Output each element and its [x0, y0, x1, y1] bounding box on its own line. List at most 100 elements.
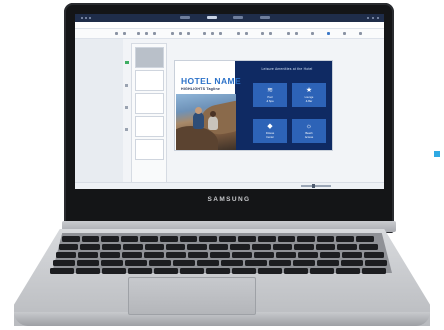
keyboard-key[interactable] [102, 268, 126, 274]
copy-icon[interactable] [145, 32, 148, 35]
keyboard-key[interactable] [59, 244, 79, 250]
bold-icon[interactable] [171, 32, 174, 35]
keyboard-key[interactable] [358, 244, 378, 250]
keyboard-key[interactable] [230, 244, 250, 250]
keyboard-key[interactable] [120, 236, 139, 242]
keyboard-key[interactable] [81, 236, 100, 242]
keyboard-key[interactable] [294, 244, 314, 250]
menu-tab-design[interactable] [207, 16, 217, 19]
keyboard-key[interactable] [356, 236, 374, 242]
keyboard-key[interactable] [160, 236, 178, 242]
keyboard-key[interactable] [297, 236, 315, 242]
link-icon[interactable] [295, 32, 298, 35]
keyboard-key[interactable] [251, 244, 271, 250]
keyboard-key[interactable] [187, 244, 207, 250]
keyboard-key[interactable] [269, 260, 291, 266]
keyboard-key[interactable] [218, 236, 237, 242]
keyboard-key[interactable] [206, 268, 230, 274]
slide-thumbnail[interactable] [135, 47, 164, 68]
align-left-icon[interactable] [203, 32, 206, 35]
close-icon[interactable] [377, 17, 379, 19]
keyboard-key[interactable] [364, 252, 384, 258]
amenity-tile[interactable]: ◆ Fitness Center [253, 119, 287, 143]
keyboard-key[interactable] [101, 260, 123, 266]
keyboard-key[interactable] [276, 252, 296, 258]
underline-icon[interactable] [187, 32, 190, 35]
slide-thumbnail[interactable] [135, 116, 164, 137]
keyboard-key[interactable] [273, 244, 293, 250]
amenity-tile[interactable]: ☼ Beach Access [292, 119, 326, 143]
keyboard-key[interactable] [337, 244, 357, 250]
zoom-slider[interactable] [301, 185, 331, 187]
align-right-icon[interactable] [219, 32, 222, 35]
settings-icon[interactable] [359, 32, 362, 35]
keyboard-key[interactable] [362, 268, 386, 274]
table-icon[interactable] [261, 32, 264, 35]
paste-icon[interactable] [153, 32, 156, 35]
keyboard-key[interactable] [342, 252, 362, 258]
redo-icon[interactable] [123, 32, 126, 35]
keyboard-key[interactable] [232, 268, 256, 274]
keyboard-key[interactable] [320, 252, 340, 258]
keyboard-key[interactable] [221, 260, 243, 266]
keyboard-key[interactable] [238, 236, 256, 242]
amenity-tile[interactable]: ★ Lounge & Bar [292, 83, 326, 107]
share-icon[interactable] [343, 32, 346, 35]
keyboard-key[interactable] [166, 244, 186, 250]
keyboard-key[interactable] [122, 252, 142, 258]
keyboard-key[interactable] [179, 236, 198, 242]
keyboard-key[interactable] [317, 260, 339, 266]
slide-title[interactable]: HOTEL NAME [181, 76, 241, 86]
image-icon[interactable] [245, 32, 248, 35]
keyboard-key[interactable] [293, 260, 315, 266]
keyboard-key[interactable] [100, 252, 120, 258]
slide-canvas[interactable]: HOTEL NAME HIGHLIGHTS Tagline Leisure Am… [175, 61, 332, 150]
slide-thumbnail[interactable] [135, 139, 164, 160]
keyboard-key[interactable] [53, 260, 75, 266]
keyboard-key[interactable] [316, 236, 335, 242]
keyboard-key[interactable] [254, 252, 274, 258]
keyboard-key[interactable] [208, 244, 229, 250]
keyboard-key[interactable] [166, 252, 186, 258]
maximize-icon[interactable] [372, 17, 374, 19]
amenity-tile[interactable]: ≋ Pool & Spa [253, 83, 287, 107]
keyboard-key[interactable] [125, 260, 147, 266]
slide-thumbnail[interactable] [135, 70, 164, 91]
keyboard-key[interactable] [341, 260, 363, 266]
keyboard-key[interactable] [154, 268, 178, 274]
align-center-icon[interactable] [211, 32, 214, 35]
shape-icon[interactable] [237, 32, 240, 35]
keyboard-key[interactable] [284, 268, 308, 274]
keyboard-key[interactable] [258, 268, 282, 274]
keyboard-key[interactable] [144, 252, 164, 258]
keyboard-key[interactable] [101, 244, 122, 250]
keyboard-key[interactable] [232, 252, 252, 258]
italic-icon[interactable] [179, 32, 182, 35]
keyboard-key[interactable] [310, 268, 334, 274]
cut-icon[interactable] [137, 32, 140, 35]
zoom-slider-handle[interactable] [312, 184, 315, 188]
keyboard-key[interactable] [140, 236, 158, 242]
keyboard-key[interactable] [149, 260, 171, 266]
keyboard-key[interactable] [245, 260, 267, 266]
keyboard-key[interactable] [336, 236, 354, 242]
keyboard-key[interactable] [173, 260, 195, 266]
keyboard-key[interactable] [50, 268, 74, 274]
undo-icon[interactable] [115, 32, 118, 35]
keyboard-key[interactable] [188, 252, 208, 258]
menu-tab-home[interactable] [180, 16, 190, 19]
keyboard-key[interactable] [258, 236, 276, 242]
keyboard-key[interactable] [128, 268, 152, 274]
amenities-heading[interactable]: Leisure Amenities at the Hotel [244, 67, 330, 71]
keyboard-key[interactable] [144, 244, 164, 250]
chart-icon[interactable] [269, 32, 272, 35]
keyboard-key[interactable] [298, 252, 318, 258]
touchpad[interactable] [128, 277, 256, 315]
keyboard-key[interactable] [199, 236, 217, 242]
keyboard-key[interactable] [62, 236, 80, 242]
keyboard-key[interactable] [277, 236, 296, 242]
keyboard-key[interactable] [123, 244, 143, 250]
keyboard-key[interactable] [101, 236, 119, 242]
text-box-icon[interactable] [287, 32, 290, 35]
keyboard-key[interactable] [76, 268, 100, 274]
